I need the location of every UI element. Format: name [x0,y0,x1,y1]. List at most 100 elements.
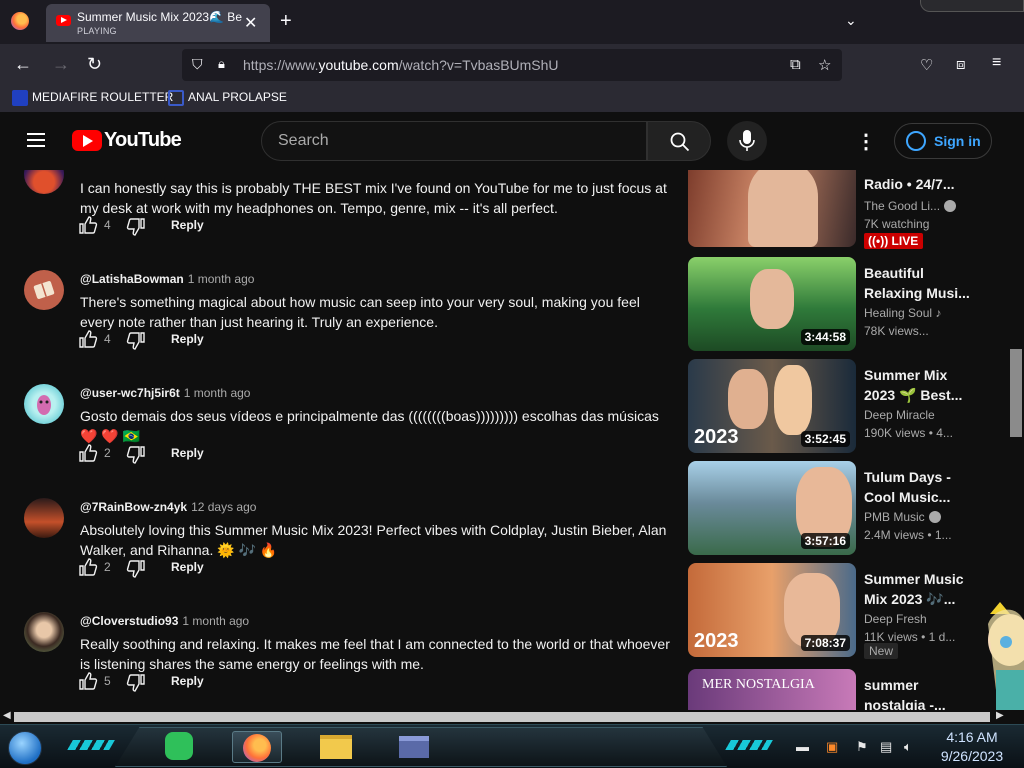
video-card[interactable]: MER NOSTALGIA summer nostalgia -... [688,669,1008,710]
tracking-shield-icon[interactable]: ⛉ [192,56,203,73]
like-count: 5 [104,674,111,688]
video-channel[interactable]: Deep Miracle [864,408,935,422]
thumbs-down-icon[interactable] [126,217,146,237]
video-thumbnail[interactable]: 3:44:58 [688,257,856,351]
video-channel[interactable]: Healing Soul ♪ [864,306,941,320]
scrollbar-thumb[interactable] [1010,349,1022,437]
forward-arrow-icon[interactable]: → [52,54,70,75]
chevron-down-icon[interactable]: ⌄ [845,12,857,29]
start-button[interactable] [8,731,42,765]
url-text[interactable]: https://www.youtube.com/watch?v=TvbasBUm… [243,57,559,73]
video-card[interactable]: 3:57:16 Tulum Days - Cool Music... PMB M… [688,461,1008,555]
thumbs-down-icon[interactable] [126,559,146,579]
video-thumbnail[interactable]: 3:57:16 [688,461,856,555]
video-title[interactable]: Beautiful Relaxing Musi... [864,263,974,303]
thumbs-up-icon[interactable] [78,671,98,691]
avatar[interactable] [24,498,64,538]
thumbs-up-icon[interactable] [78,329,98,349]
horizontal-scrollbar[interactable]: ◀ ▶ [0,710,1008,724]
picture-in-picture-icon[interactable]: ⧉ [790,56,801,73]
video-title[interactable]: Summer Music Mix 2023 🎶... [864,569,974,609]
youtube-logo-text[interactable]: YouTube [104,129,182,152]
avatar[interactable] [24,170,64,194]
video-duration: 3:52:45 [800,431,850,447]
thumbs-up-icon[interactable] [78,557,98,577]
video-channel[interactable]: The Good Li... [864,199,957,213]
firefox-icon[interactable] [11,12,29,30]
lock-icon[interactable]: 🔒︎ [218,56,225,72]
thumbs-down-icon[interactable] [126,331,146,351]
new-tab-icon[interactable]: + [280,10,292,33]
pocket-icon[interactable]: ♡ [920,56,933,74]
video-title[interactable]: Summer Mix 2023 🌱 Best... [864,365,974,405]
thumbnail-person [774,365,812,435]
comment-author[interactable]: @Cloverstudio93 1 month ago [80,614,249,628]
video-card[interactable]: 3:44:58 Beautiful Relaxing Musi... Heali… [688,257,1008,351]
comment-time: 1 month ago [187,272,255,286]
video-title[interactable]: Tulum Days - Cool Music... [864,467,974,507]
voice-search-button[interactable] [727,121,767,161]
extensions-icon[interactable]: ⧈ [956,56,966,73]
avatar[interactable] [24,270,64,310]
comment-author[interactable]: @LatishaBowman 1 month ago [80,272,254,286]
video-card[interactable]: 2023 3:52:45 Summer Mix 2023 🌱 Best... D… [688,359,1008,453]
browser-tab-active[interactable]: Summer Music Mix 2023🌊 Best PLAYING ✕ [46,4,270,42]
network-icon[interactable]: ▤ [880,739,892,755]
video-channel[interactable]: Deep Fresh [864,612,927,626]
tray-app-icon[interactable]: ▣ [826,739,838,755]
folder-icon [320,735,352,759]
thumbs-up-icon[interactable] [78,443,98,463]
thumbs-up-icon[interactable] [78,215,98,235]
bookmark-second[interactable]: ANAL PROLAPSE [168,90,287,106]
video-thumbnail[interactable] [688,170,856,247]
reply-button[interactable]: Reply [171,332,204,346]
comment-item: @LatishaBowman 1 month ago There's someth… [0,270,680,384]
thumbs-down-icon[interactable] [126,673,146,693]
back-arrow-icon[interactable]: ← [14,54,32,75]
reload-icon[interactable]: ↻ [87,54,102,75]
show-hidden-icons-icon[interactable]: ▬ [796,739,809,754]
author-name: @user-wc7hj5ir6t [80,386,180,400]
address-bar[interactable]: ⛉ 🔒︎ https://www.youtube.com/watch?v=Tvb… [182,49,842,81]
close-icon[interactable]: ✕ [244,13,257,33]
microphone-icon [739,130,755,151]
firefox-app-button[interactable] [232,731,282,763]
video-thumbnail[interactable]: 2023 7:08:37 [688,563,856,657]
more-options-icon[interactable]: ⋮ [856,129,876,154]
avatar[interactable] [24,612,64,652]
video-thumbnail[interactable]: 2023 3:52:45 [688,359,856,453]
volume-icon[interactable]: 🔈︎ [904,739,912,755]
scroll-left-icon[interactable]: ◀ [3,710,11,721]
flag-icon[interactable]: ⚑ [856,739,868,755]
reply-button[interactable]: Reply [171,674,204,688]
bookmark-star-icon[interactable]: ☆ [818,56,831,74]
reply-button[interactable]: Reply [171,218,204,232]
search-input[interactable]: Search [261,121,647,161]
comment-author[interactable]: @user-wc7hj5ir6t 1 month ago [80,386,250,400]
avatar[interactable] [24,384,64,424]
video-title[interactable]: Radio • 24/7... [864,174,974,194]
reply-button[interactable]: Reply [171,560,204,574]
hamburger-menu-icon[interactable] [27,133,45,147]
menu-icon[interactable]: ≡ [992,54,1001,72]
video-thumbnail[interactable]: MER NOSTALGIA [688,669,856,710]
bookmark-site-icon [168,90,184,106]
thumbnail-text: MER NOSTALGIA [702,677,815,692]
youtube-logo-icon[interactable] [72,130,102,151]
window-app-button[interactable] [389,731,439,763]
thumbs-down-icon[interactable] [126,445,146,465]
comment-actions: 5 Reply [78,671,278,693]
video-title[interactable]: summer nostalgia -... [864,675,974,710]
video-card[interactable]: 2023 7:08:37 Summer Music Mix 2023 🎶... … [688,563,1008,659]
file-explorer-button[interactable] [311,731,361,763]
notes-app-button[interactable] [156,731,206,763]
sign-in-button[interactable]: Sign in [894,123,992,159]
search-button[interactable] [647,121,711,161]
comment-author[interactable]: @7RainBow-zn4yk 12 days ago [80,500,256,514]
bookmark-mediafire[interactable]: MEDIAFIRE ROULETTER [12,90,173,106]
scrollbar-thumb[interactable] [14,712,990,722]
system-clock[interactable]: 4:16 AM 9/26/2023 [936,728,1008,766]
video-channel[interactable]: PMB Music [864,510,941,524]
video-card[interactable]: Radio • 24/7... The Good Li... 7K watchi… [688,170,1008,249]
reply-button[interactable]: Reply [171,446,204,460]
